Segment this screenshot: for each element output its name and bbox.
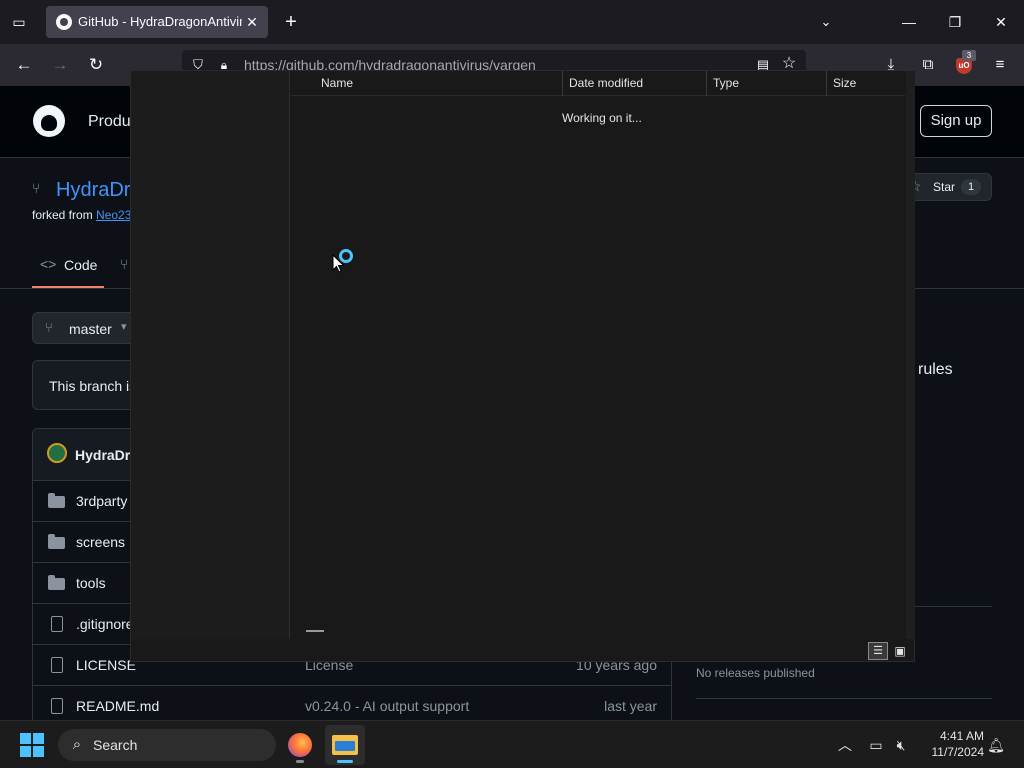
tab-code-label: Code: [64, 257, 98, 273]
folder-icon: [48, 534, 66, 550]
column-size[interactable]: Size: [827, 71, 907, 96]
commit-author[interactable]: HydraDra: [75, 447, 138, 463]
rules-link[interactable]: rules: [918, 361, 953, 379]
restore-icon[interactable]: ❐: [940, 10, 970, 34]
divider: [696, 698, 992, 699]
reload-icon[interactable]: ↻: [84, 54, 108, 76]
caret-down-icon: ▾: [121, 321, 127, 333]
file-name[interactable]: README.md: [76, 698, 159, 714]
running-indicator: [296, 760, 304, 763]
commit-message[interactable]: v0.24.0 - AI output support: [305, 698, 469, 714]
file-open-dialog: Name Date modified Type Size Working on …: [130, 70, 915, 662]
extensions-icon[interactable]: ⧉: [917, 54, 939, 76]
sign-up-button[interactable]: Sign up: [920, 105, 992, 137]
column-type[interactable]: Type: [707, 71, 827, 96]
extension-badge: 3: [962, 50, 976, 61]
forked-from-prefix: forked from: [32, 208, 97, 222]
loading-status: Working on it...: [562, 111, 642, 125]
file-icon: [48, 616, 66, 632]
mouse-cursor-icon: [332, 254, 345, 273]
list-all-tabs-icon[interactable]: ▭: [8, 12, 30, 32]
folder-icon: [48, 493, 66, 509]
dialog-scrollbar[interactable]: [906, 71, 915, 639]
plus-icon[interactable]: +: [280, 11, 302, 33]
code-icon: <>: [40, 256, 57, 272]
tab-title: GitHub - HydraDragonAntivirus: [78, 14, 242, 29]
star-button[interactable]: ☆ Star 1: [902, 173, 992, 201]
column-date-modified[interactable]: Date modified: [563, 71, 707, 96]
chevron-up-icon[interactable]: ︿: [835, 735, 855, 755]
windows-start-icon[interactable]: [20, 733, 44, 757]
pull-request-icon[interactable]: ⑂: [120, 256, 128, 272]
folder-icon: [48, 575, 66, 591]
large-icons-view-icon[interactable]: ▣: [890, 642, 910, 660]
close-icon[interactable]: ✕: [242, 12, 262, 32]
star-count: 1: [961, 179, 981, 195]
file-explorer-icon: [332, 735, 358, 755]
repo-name-link[interactable]: HydraDr: [56, 179, 130, 202]
firefox-taskbar-button[interactable]: [280, 725, 320, 765]
clock-date: 11/7/2024: [931, 745, 985, 759]
file-name[interactable]: .gitignore: [76, 616, 134, 632]
firefox-icon: [288, 733, 312, 757]
github-logo-icon[interactable]: [33, 105, 65, 137]
forked-from-link[interactable]: Neo23: [96, 208, 131, 222]
ublock-icon[interactable]: uO 3: [954, 50, 976, 76]
details-view-icon[interactable]: ☰: [868, 642, 888, 660]
search-icon: ⌕: [72, 736, 82, 753]
windows-taskbar: ⌕ Search ︿ ▭ 🔇︎ 4:41 AM 11/7/2024 🔔︎: [0, 720, 1024, 768]
browser-tab-bar: ▭ GitHub - HydraDragonAntivirus ✕ + ⌄ — …: [0, 0, 1024, 44]
branch-icon: ⑂: [45, 320, 53, 335]
file-name[interactable]: screens: [76, 534, 125, 550]
avatar[interactable]: [47, 443, 67, 463]
file-name[interactable]: 3rdparty: [76, 493, 127, 509]
file-icon: [48, 657, 66, 673]
clock-time: 4:41 AM: [939, 729, 984, 743]
forked-from-text: forked from Neo23: [32, 208, 131, 222]
file-name[interactable]: tools: [76, 575, 106, 591]
star-label: Star: [933, 180, 956, 194]
back-arrow-icon[interactable]: ←: [12, 54, 36, 76]
taskbar-search[interactable]: ⌕ Search: [58, 729, 276, 761]
branch-status-text: This branch is: [49, 378, 137, 394]
fork-icon: ⑂: [32, 180, 41, 196]
menu-icon[interactable]: ≡: [989, 54, 1011, 76]
search-label: Search: [93, 737, 138, 753]
product-menu[interactable]: Produ: [88, 113, 131, 131]
file-icon: [48, 698, 66, 714]
commit-time: last year: [604, 698, 657, 714]
file-name[interactable]: LICENSE: [76, 657, 136, 673]
dialog-footer-mark: [306, 630, 324, 632]
browser-tab[interactable]: GitHub - HydraDragonAntivirus ✕: [46, 6, 268, 38]
notification-bell-icon[interactable]: 🔔︎: [986, 735, 1006, 755]
github-favicon: [56, 14, 72, 30]
minimize-icon[interactable]: —: [894, 10, 924, 34]
dialog-navigation-pane[interactable]: [131, 71, 290, 639]
forward-arrow-icon[interactable]: →: [48, 54, 72, 76]
file-explorer-taskbar-button[interactable]: [325, 725, 365, 765]
volume-muted-icon[interactable]: 🔇︎: [891, 735, 911, 755]
taskbar-clock[interactable]: 4:41 AM 11/7/2024: [918, 728, 985, 760]
chevron-down-icon[interactable]: ⌄: [816, 12, 836, 32]
running-indicator: [337, 760, 353, 763]
tab-code[interactable]: <> Code: [32, 246, 104, 288]
branch-name: master: [69, 321, 112, 337]
network-icon[interactable]: ▭: [866, 735, 886, 755]
column-name[interactable]: Name: [315, 71, 563, 96]
releases-empty-text: No releases published: [696, 666, 815, 680]
dialog-column-header: Name Date modified Type Size: [291, 71, 907, 96]
close-window-icon[interactable]: ✕: [986, 10, 1016, 34]
